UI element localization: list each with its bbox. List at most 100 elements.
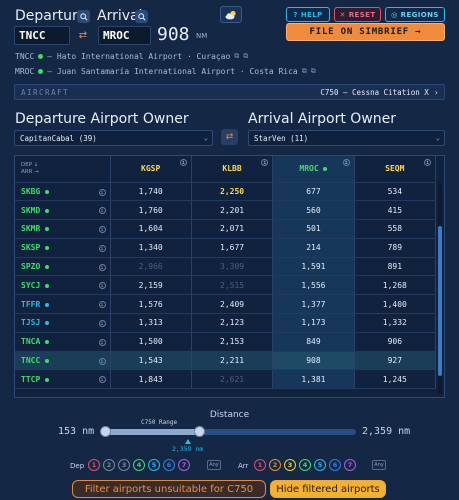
table-row[interactable]: SKMR i 1,604 2,071 501 558 — [15, 219, 437, 239]
aircraft-selector[interactable]: AIRCRAFT C750 — Cessna Citation X › — [14, 84, 445, 100]
row-header[interactable]: SKMR i — [15, 219, 111, 239]
departure-search-icon[interactable] — [77, 10, 90, 23]
swap-airports-icon[interactable]: ⇄ — [77, 26, 89, 45]
info-icon[interactable]: i — [98, 376, 106, 384]
table-cell[interactable]: 1,591 — [272, 257, 355, 277]
info-icon[interactable]: i — [98, 188, 106, 196]
arr-any-chip[interactable]: Any — [372, 460, 386, 470]
table-cell[interactable]: 2,153 — [191, 332, 274, 352]
table-cell[interactable]: 1,576 — [110, 294, 192, 315]
arr-runway-chip-5[interactable]: 5 — [314, 459, 326, 471]
table-cell[interactable]: 1,556 — [272, 275, 355, 296]
column-header[interactable]: MROC i — [272, 156, 355, 183]
reset-button[interactable]: ✕ RESET — [334, 7, 381, 22]
arr-runway-chip-2[interactable]: 2 — [269, 459, 281, 471]
column-header[interactable]: KLBB i — [191, 156, 274, 183]
row-header[interactable]: TNCA i — [15, 332, 111, 352]
external-link-icon[interactable]: ⧉ — [243, 52, 248, 61]
table-cell[interactable]: 1,173 — [272, 313, 355, 333]
table-row[interactable]: TNCA i 1,500 2,153 849 906 — [15, 332, 437, 352]
departure-code-input[interactable]: TNCC — [14, 26, 70, 45]
table-cell[interactable]: 906 — [354, 332, 437, 352]
info-icon[interactable]: i — [98, 320, 106, 328]
regions-button[interactable]: ◎ REGIONS — [385, 7, 445, 22]
row-header[interactable]: SYCJ i — [15, 275, 111, 296]
distance-slider-max-handle[interactable] — [194, 426, 206, 437]
table-cell[interactable]: 2,966 — [110, 257, 192, 277]
table-cell[interactable]: 415 — [354, 200, 437, 221]
dep-runway-chip-3[interactable]: 3 — [118, 459, 130, 471]
table-row[interactable]: TNCC i 1,543 2,211 908 927 — [15, 351, 437, 371]
row-header[interactable]: SPZO i — [15, 257, 111, 277]
table-cell[interactable]: 1,313 — [110, 313, 192, 333]
info-icon[interactable]: i — [98, 282, 106, 290]
table-cell[interactable]: 1,400 — [354, 294, 437, 315]
arrival-code-input[interactable]: MROC — [98, 26, 151, 45]
info-icon[interactable]: i — [98, 263, 106, 271]
table-scrollbar[interactable] — [438, 184, 442, 394]
table-cell[interactable]: 2,621 — [191, 369, 274, 390]
weather-toggle-button[interactable] — [220, 6, 242, 23]
table-cell[interactable]: 1,500 — [110, 332, 192, 352]
table-cell[interactable]: 1,760 — [110, 200, 192, 221]
info-icon[interactable]: i — [98, 244, 106, 252]
dep-runway-chip-5[interactable]: 5 — [148, 459, 160, 471]
table-cell[interactable]: 1,543 — [110, 351, 192, 371]
dep-any-chip[interactable]: Any — [207, 460, 221, 470]
distance-slider-min-handle[interactable] — [100, 426, 111, 437]
scrollbar-thumb[interactable] — [438, 226, 442, 376]
help-button[interactable]: ? HELP — [286, 7, 330, 22]
table-row[interactable]: TJSJ i 1,313 2,123 1,173 1,332 — [15, 313, 437, 333]
arrival-owner-select[interactable]: StarVen (11) ⌄ — [248, 130, 445, 146]
table-cell[interactable]: 501 — [272, 219, 355, 239]
table-cell[interactable]: 891 — [354, 257, 437, 277]
table-cell[interactable]: 677 — [272, 182, 355, 202]
dep-runway-chip-7[interactable]: 7 — [178, 459, 190, 471]
info-icon[interactable]: i — [342, 159, 350, 166]
table-row[interactable]: SKMD i 1,760 2,201 560 415 — [15, 200, 437, 221]
table-cell[interactable]: 1,268 — [354, 275, 437, 296]
table-row[interactable]: TFFR i 1,576 2,409 1,377 1,400 — [15, 294, 437, 315]
table-cell[interactable]: 534 — [354, 182, 437, 202]
info-icon[interactable]: i — [98, 357, 106, 365]
dep-runway-chip-1[interactable]: 1 — [88, 459, 100, 471]
table-cell[interactable]: 2,409 — [191, 294, 274, 315]
table-cell[interactable]: 1,604 — [110, 219, 192, 239]
table-row[interactable]: SYCJ i 2,159 2,515 1,556 1,268 — [15, 275, 437, 296]
table-cell[interactable]: 2,159 — [110, 275, 192, 296]
row-header[interactable]: TNCC i — [15, 351, 111, 371]
table-cell[interactable]: 1,740 — [110, 182, 192, 202]
table-cell[interactable]: 1,377 — [272, 294, 355, 315]
table-cell[interactable]: 558 — [354, 219, 437, 239]
table-cell[interactable]: 927 — [354, 351, 437, 371]
table-cell[interactable]: 849 — [272, 332, 355, 352]
info-icon[interactable]: i — [98, 338, 106, 346]
external-link-icon[interactable]: ⧉ — [311, 67, 316, 76]
hide-filtered-button[interactable]: Hide filtered airports — [270, 480, 386, 498]
row-header[interactable]: SKMD i — [15, 200, 111, 221]
arrival-search-icon[interactable] — [135, 10, 148, 23]
file-on-simbrief-button[interactable]: FILE ON SIMBRIEF → — [286, 23, 445, 41]
info-icon[interactable]: i — [98, 226, 106, 234]
arr-runway-chip-7[interactable]: 7 — [344, 459, 356, 471]
table-cell[interactable]: 214 — [272, 238, 355, 258]
table-cell[interactable]: 1,332 — [354, 313, 437, 333]
table-cell[interactable]: 1,381 — [272, 369, 355, 390]
table-cell[interactable]: 2,515 — [191, 275, 274, 296]
table-cell[interactable]: 1,340 — [110, 238, 192, 258]
row-header[interactable]: TTCP i — [15, 369, 111, 390]
dep-runway-chip-6[interactable]: 6 — [163, 459, 175, 471]
table-cell[interactable]: 908 — [272, 351, 355, 371]
table-cell[interactable]: 560 — [272, 200, 355, 221]
info-icon[interactable]: i — [98, 207, 106, 215]
table-cell[interactable]: 1,245 — [354, 369, 437, 390]
dep-runway-chip-2[interactable]: 2 — [103, 459, 115, 471]
table-cell[interactable]: 3,309 — [191, 257, 274, 277]
arr-runway-chip-6[interactable]: 6 — [329, 459, 341, 471]
external-link-icon[interactable]: ⧉ — [302, 67, 307, 76]
filter-unsuitable-button[interactable]: Filter airports unsuitable for C750 — [72, 480, 266, 498]
table-cell[interactable]: 2,250 — [191, 182, 274, 202]
table-cell[interactable]: 789 — [354, 238, 437, 258]
dep-runway-chip-4[interactable]: 4 — [133, 459, 145, 471]
arr-runway-chip-1[interactable]: 1 — [254, 459, 266, 471]
